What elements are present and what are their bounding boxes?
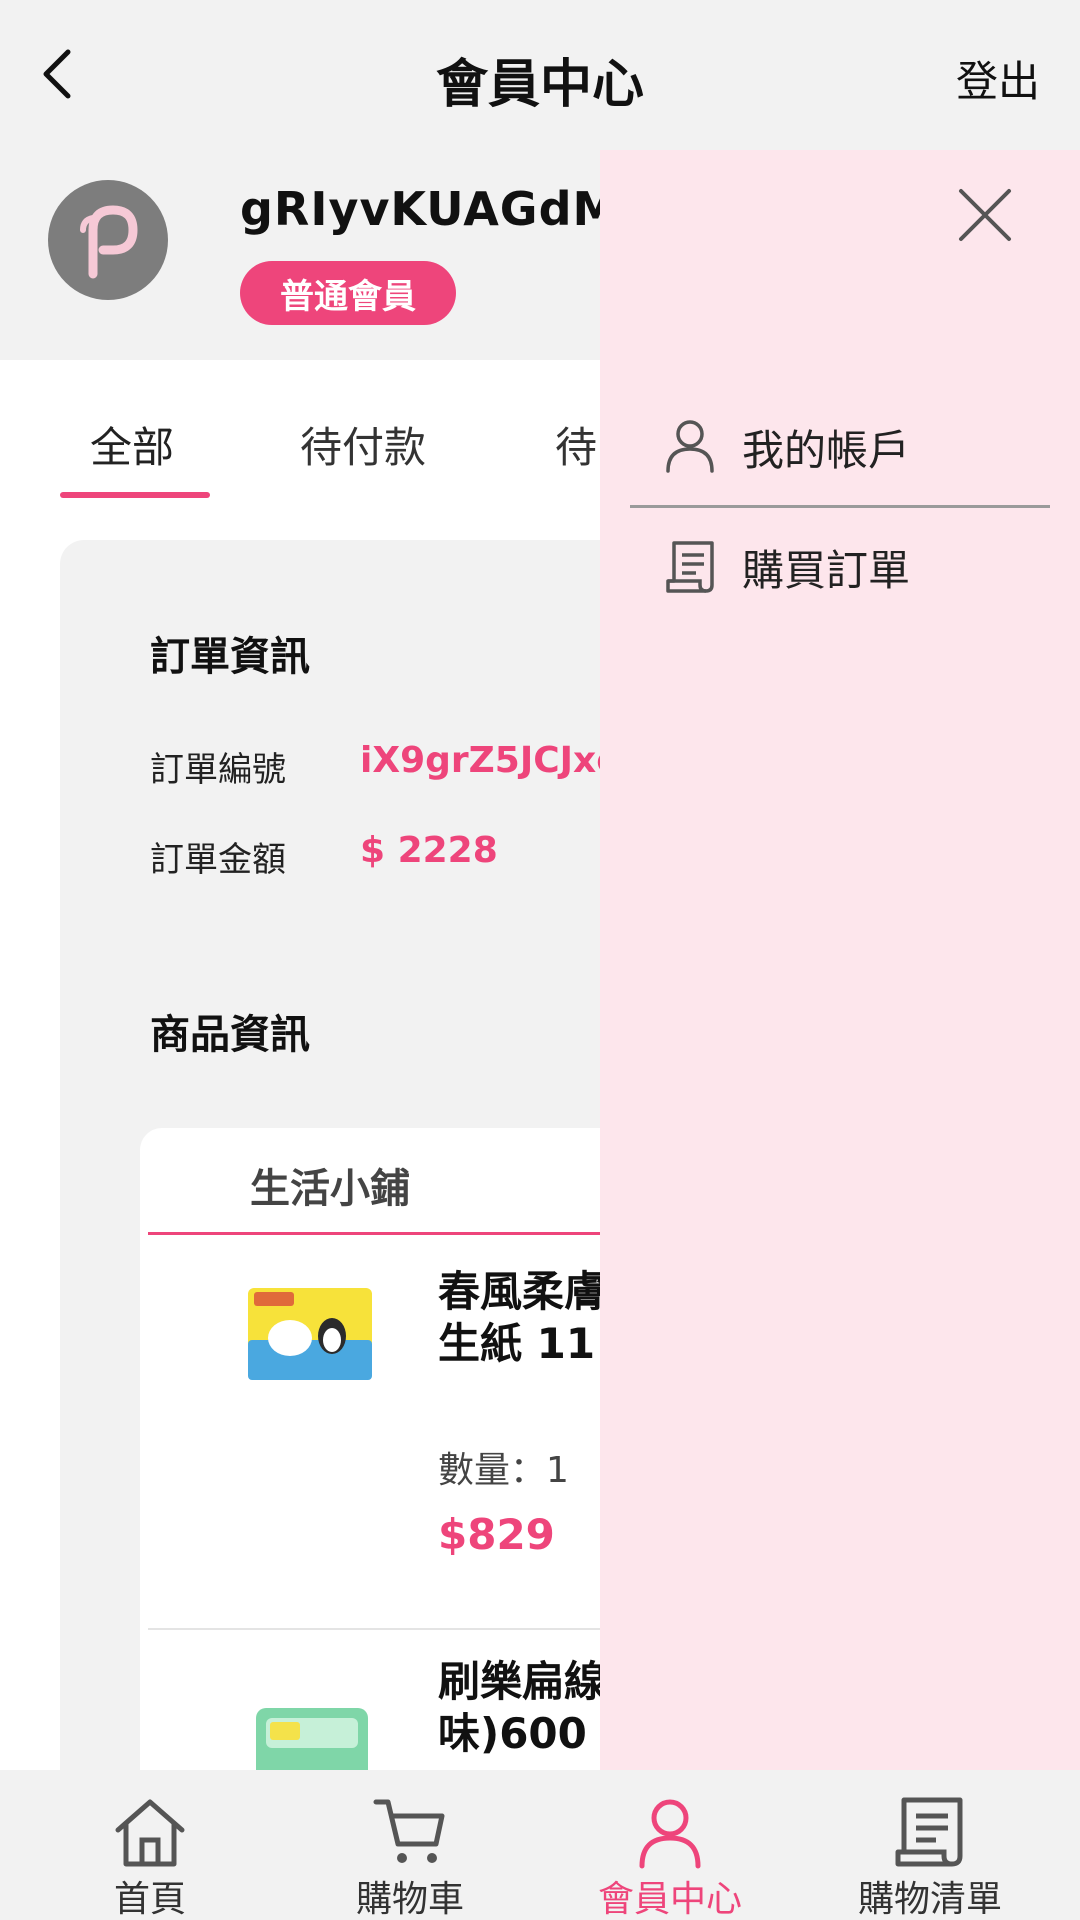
nav-cart[interactable]: 購物車: [280, 1770, 540, 1920]
nav-member-center[interactable]: 會員中心: [540, 1770, 800, 1920]
nav-label: 購物車: [355, 1879, 464, 1920]
menu-item-label: 我的帳戶: [742, 426, 911, 475]
product-image[interactable]: [240, 1278, 380, 1388]
nav-shopping-list[interactable]: 購物清單: [800, 1770, 1060, 1920]
receipt-icon: [666, 541, 714, 593]
order-number-value: iX9grZ5JCJxe: [360, 740, 621, 781]
nav-label: 購物清單: [857, 1879, 1002, 1920]
menu-item-label: 購買訂單: [742, 546, 911, 595]
order-amount-label: 訂單金額: [150, 840, 286, 880]
home-icon: [115, 1799, 185, 1867]
order-info-title: 訂單資訊: [150, 634, 310, 680]
menu-item-purchase-orders[interactable]: 購買訂單: [630, 515, 1050, 615]
logout-button[interactable]: 登出: [956, 48, 1040, 109]
user-icon: [666, 420, 714, 473]
cart-icon: [373, 1799, 445, 1863]
bottom-nav: 首頁 購物車 會員中心 購物清單: [0, 1770, 1080, 1920]
product-image[interactable]: [240, 1688, 380, 1770]
avatar: [48, 180, 168, 300]
close-button[interactable]: [950, 180, 1020, 250]
chevron-left-icon: [43, 49, 71, 99]
product-quantity: 數量：1: [438, 1450, 569, 1491]
close-icon: [959, 189, 1011, 241]
shop-name: 生活小鋪: [250, 1166, 410, 1212]
nav-label: 首頁: [113, 1879, 186, 1920]
side-drawer: 我的帳戶 購買訂單: [600, 150, 1080, 1770]
nav-label: 會員中心: [597, 1879, 742, 1920]
order-number-label: 訂單編號: [150, 750, 286, 790]
tab-pending[interactable]: 待: [555, 414, 597, 475]
app-header: 會員中心 登出: [0, 0, 1080, 150]
user-icon: [639, 1799, 701, 1869]
order-amount-value: $ 2228: [360, 830, 498, 871]
list-icon: [895, 1797, 963, 1867]
page-title: 會員中心: [435, 55, 644, 115]
product-price: $829: [438, 1510, 555, 1559]
menu-item-my-account[interactable]: 我的帳戶: [630, 395, 1050, 495]
back-button[interactable]: [28, 38, 88, 110]
product-info-title: 商品資訊: [150, 1012, 310, 1058]
menu-divider: [630, 505, 1050, 508]
brand-logo-icon: [80, 205, 138, 279]
tab-all[interactable]: 全部: [90, 414, 174, 475]
username: gRIyvKUAGdMn: [240, 182, 654, 236]
tab-pending-payment[interactable]: 待付款: [300, 414, 426, 475]
active-tab-indicator: [60, 492, 210, 498]
nav-home[interactable]: 首頁: [20, 1770, 280, 1920]
member-level-badge: 普通會員: [240, 261, 456, 325]
